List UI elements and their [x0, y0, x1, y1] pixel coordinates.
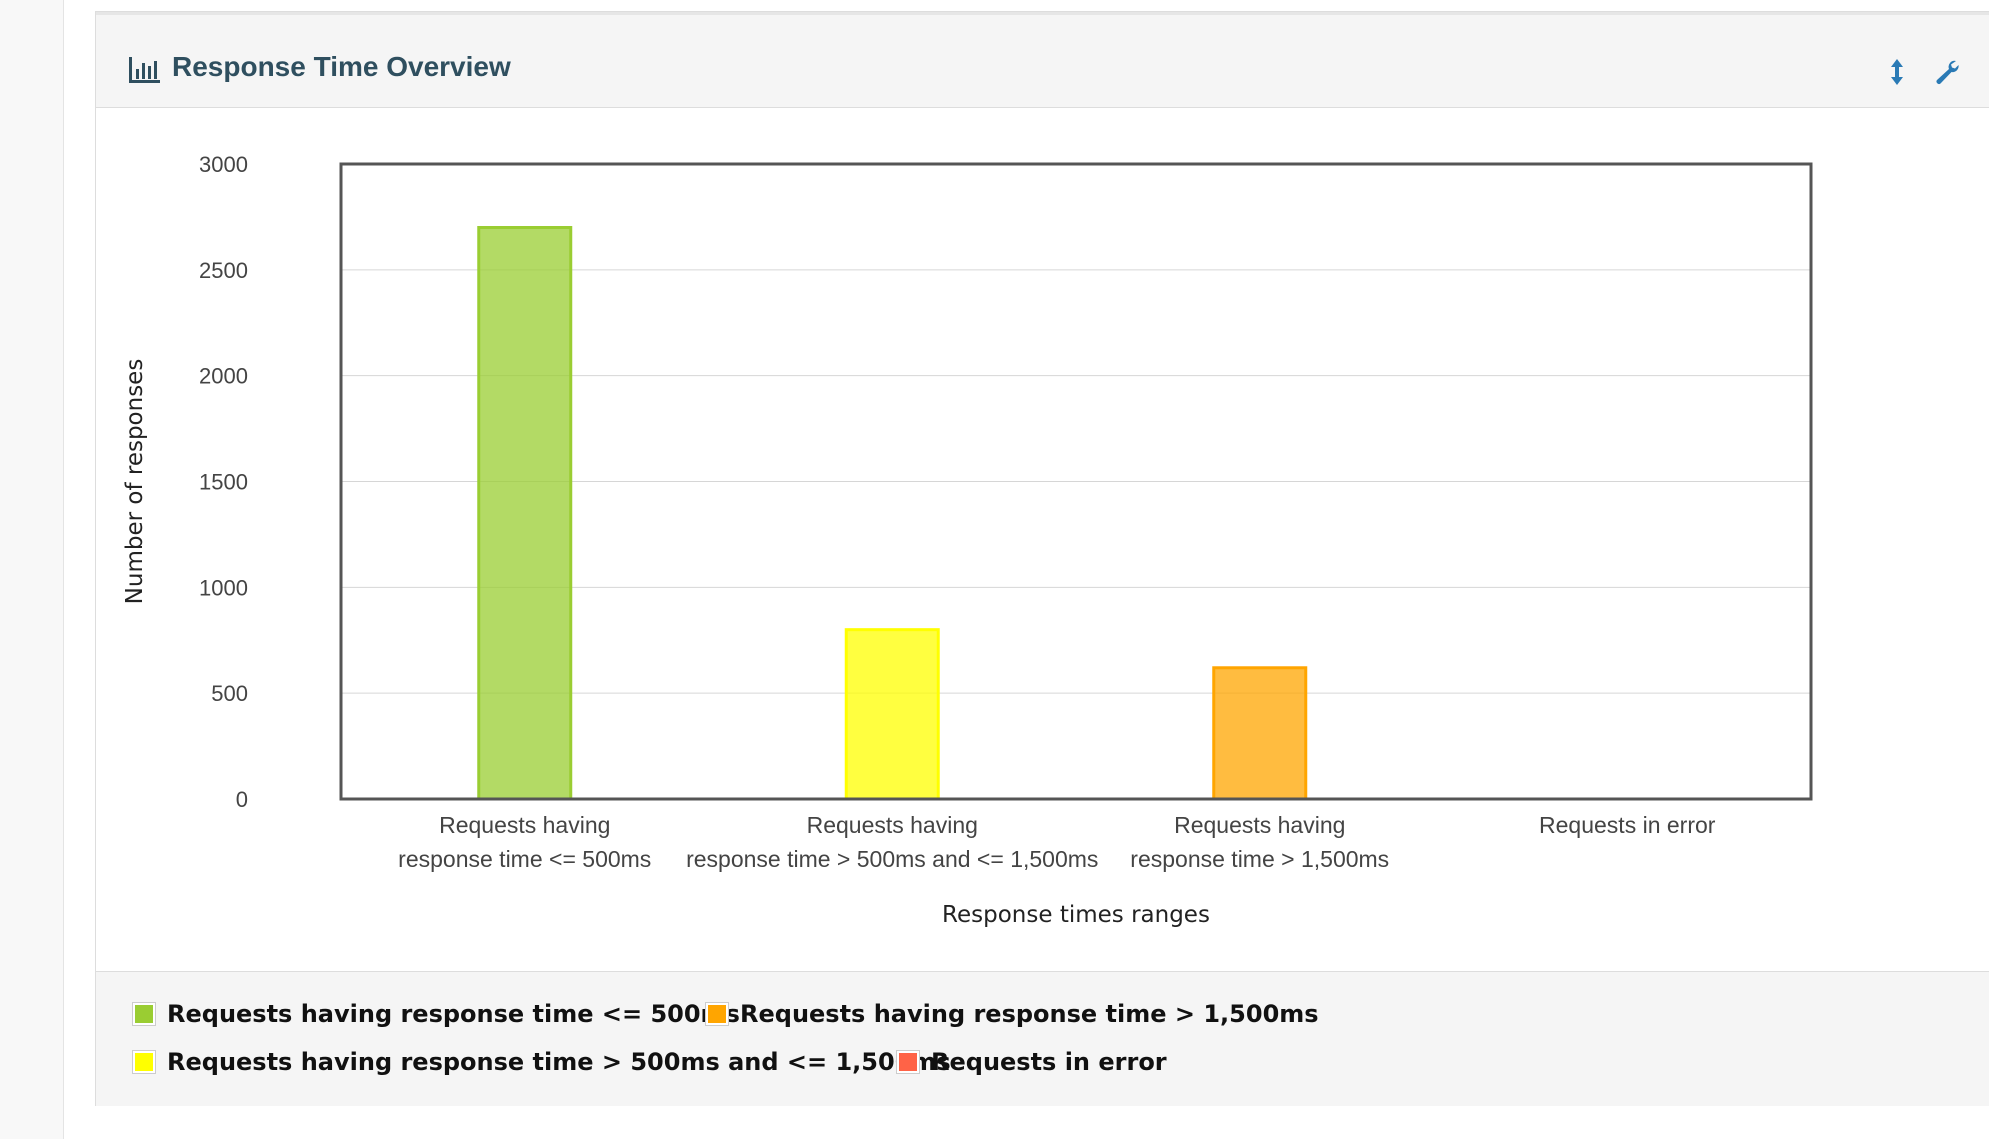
y-tick-label: 500: [211, 681, 248, 706]
settings-button[interactable]: [1930, 55, 1964, 89]
legend-swatch: [133, 1003, 155, 1025]
legend-item-in-error[interactable]: Requests in error: [897, 1048, 1167, 1076]
legend-label: Requests having response time <= 500ms: [167, 1000, 740, 1028]
response-time-overview-panel: Response Time Overview 0 500 1000 1500 2000 2…: [95, 11, 1989, 1107]
bottom-strip: [95, 1106, 1989, 1139]
legend-label: Requests having response time > 1,500ms: [740, 1000, 1319, 1028]
y-tick-label: 3000: [199, 152, 248, 177]
x-tick-label: Requests in error: [1539, 812, 1716, 838]
panel-title: Response Time Overview: [172, 51, 511, 82]
x-tick-label: Requests having: [1174, 812, 1345, 838]
left-gutter: [0, 0, 64, 1139]
bar: [477, 226, 573, 801]
chart-legend: Requests having response time <= 500ms R…: [96, 971, 1989, 1107]
legend-label: Requests having response time > 500ms an…: [167, 1048, 951, 1076]
bar: [1212, 666, 1308, 801]
x-tick-label: response time > 1,500ms: [1130, 846, 1389, 872]
wrench-icon: [1936, 60, 1959, 84]
legend-item-500-to-1500ms[interactable]: Requests having response time > 500ms an…: [133, 1048, 951, 1076]
y-tick-label: 2000: [199, 364, 248, 389]
response-time-bar-chart: 0 500 1000 1500 2000 2500 3000 Requests having r…: [122, 152, 1813, 928]
legend-swatch: [706, 1003, 728, 1025]
legend-item-le-500ms[interactable]: Requests having response time <= 500ms: [133, 1000, 740, 1028]
y-axis-title: Number of responses: [122, 359, 148, 605]
chart-area: 0 500 1000 1500 2000 2500 3000 Requests having r…: [96, 108, 1989, 971]
legend-item-gt-1500ms[interactable]: Requests having response time > 1,500ms: [706, 1000, 1319, 1028]
legend-swatch: [897, 1051, 919, 1073]
panel-heading: Response Time Overview: [96, 15, 1989, 108]
vertical-arrows-icon: [1891, 59, 1903, 85]
bar: [844, 628, 940, 801]
legend-swatch: [133, 1051, 155, 1073]
x-tick-label: Requests having: [807, 812, 978, 838]
y-tick-label: 1000: [199, 575, 248, 600]
y-tick-label: 0: [236, 787, 248, 812]
x-tick-label: Requests having: [439, 812, 610, 838]
x-tick-label: response time > 500ms and <= 1,500ms: [686, 846, 1098, 872]
x-tick-label: response time <= 500ms: [398, 846, 651, 872]
x-axis-title: Response times ranges: [942, 902, 1210, 928]
expand-collapse-button[interactable]: [1880, 55, 1914, 89]
bar-chart-icon: [128, 57, 160, 83]
legend-label: Requests in error: [931, 1048, 1167, 1076]
y-tick-label: 1500: [199, 470, 248, 495]
y-tick-label: 2500: [199, 258, 248, 283]
